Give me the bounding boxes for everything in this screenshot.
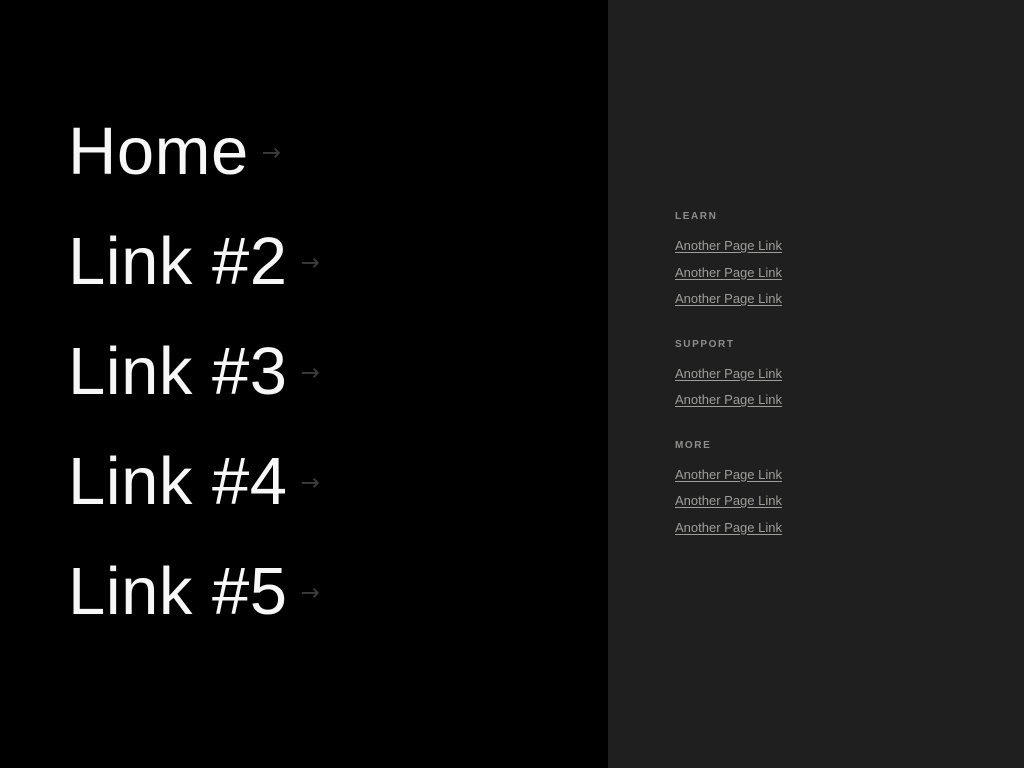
- link-group-support: SUPPORT Another Page Link Another Page L…: [675, 338, 1024, 414]
- primary-nav-list: Home → Link #2 → Link #3 → Link #4 → Lin…: [68, 118, 608, 668]
- secondary-nav-link[interactable]: Another Page Link: [675, 286, 782, 313]
- primary-nav-item-link-5[interactable]: Link #5 →: [68, 558, 608, 668]
- arrow-right-icon: →: [261, 140, 282, 166]
- link-group-learn: LEARN Another Page Link Another Page Lin…: [675, 212, 1024, 313]
- primary-nav-label: Home: [68, 114, 249, 189]
- link-group-more: MORE Another Page Link Another Page Link…: [675, 439, 1024, 542]
- fullscreen-navigation-overlay: Home → Link #2 → Link #3 → Link #4 → Lin…: [0, 0, 1024, 768]
- link-group-list: Another Page Link Another Page Link Anot…: [675, 233, 1024, 313]
- secondary-nav-panel: LEARN Another Page Link Another Page Lin…: [608, 0, 1024, 768]
- arrow-right-icon: →: [300, 360, 320, 386]
- arrow-right-icon: →: [300, 470, 320, 496]
- primary-nav-item-link-2[interactable]: Link #2 →: [68, 228, 608, 338]
- primary-nav-panel: Home → Link #2 → Link #3 → Link #4 → Lin…: [0, 0, 608, 768]
- link-group-heading: SUPPORT: [675, 338, 735, 350]
- secondary-nav-link[interactable]: Another Page Link: [675, 462, 782, 489]
- link-group-heading: LEARN: [675, 211, 718, 222]
- secondary-nav-link[interactable]: Another Page Link: [675, 233, 782, 260]
- arrow-right-icon: →: [300, 580, 320, 606]
- primary-nav-label: Link #2: [68, 224, 288, 299]
- secondary-nav-link[interactable]: Another Page Link: [675, 361, 782, 388]
- secondary-nav-link[interactable]: Another Page Link: [675, 488, 782, 515]
- link-group-list: Another Page Link Another Page Link Anot…: [675, 462, 1024, 542]
- primary-nav-label: Link #3: [68, 334, 288, 409]
- secondary-nav-link[interactable]: Another Page Link: [675, 515, 782, 542]
- primary-nav-label: Link #4: [68, 444, 288, 519]
- primary-nav-item-home[interactable]: Home →: [68, 118, 608, 228]
- link-group-heading: MORE: [675, 439, 712, 451]
- primary-nav-item-link-3[interactable]: Link #3 →: [68, 338, 608, 448]
- primary-nav-label: Link #5: [68, 554, 288, 629]
- secondary-nav-link[interactable]: Another Page Link: [675, 260, 782, 287]
- link-group-list: Another Page Link Another Page Link: [675, 361, 1024, 414]
- primary-nav-item-link-4[interactable]: Link #4 →: [68, 448, 608, 558]
- secondary-nav-link[interactable]: Another Page Link: [675, 387, 782, 414]
- arrow-right-icon: →: [300, 250, 320, 276]
